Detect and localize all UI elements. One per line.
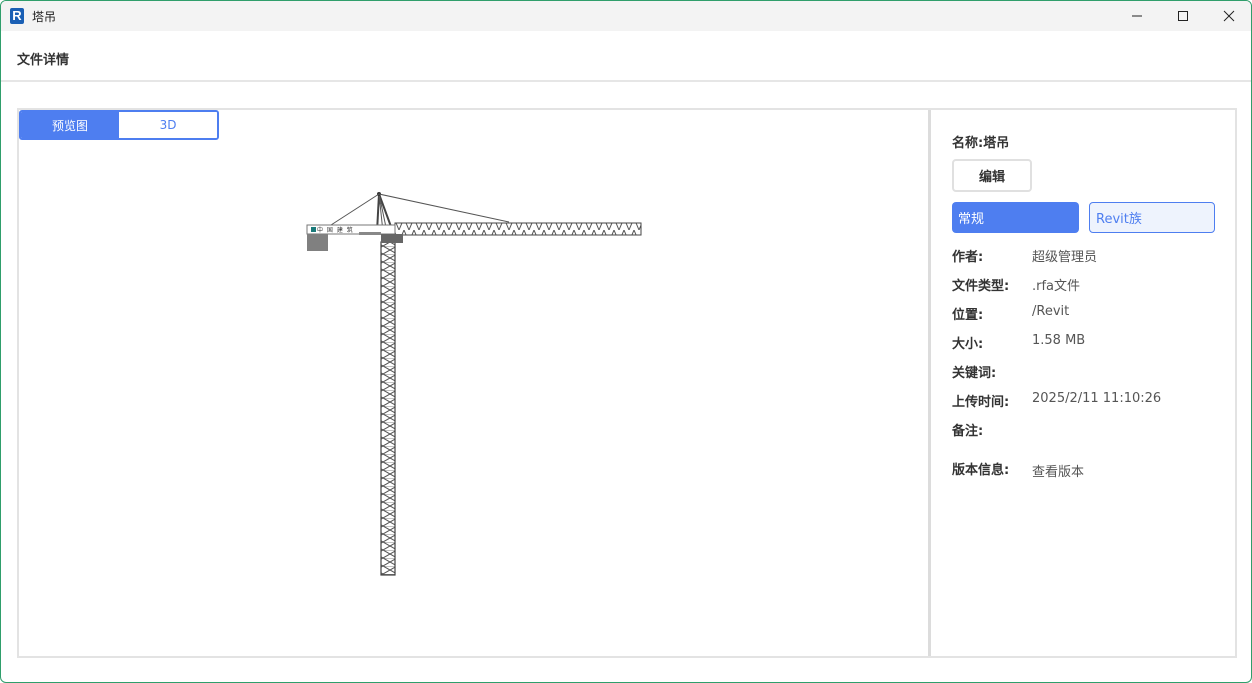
maximize-icon xyxy=(1178,11,1188,21)
page-title: 文件详情 xyxy=(17,53,70,68)
jib-sign-text: 中 国 建 筑 xyxy=(317,226,354,234)
edit-button[interactable]: 编辑 xyxy=(952,159,1032,192)
field-upload-time: 上传时间: 2025/2/11 11:10:26 xyxy=(952,391,1232,410)
app-window: R 塔吊 文件详情 预览图 3D 中 国 建 筑 名称:塔吊 编辑 常规 Rev… xyxy=(0,0,1252,683)
field-remarks: 备注: xyxy=(952,420,1232,439)
field-label: 大小: xyxy=(952,337,984,352)
minimize-icon xyxy=(1132,15,1142,17)
field-label: 关键词: xyxy=(952,366,997,381)
field-keywords: 关键词: xyxy=(952,362,1232,381)
maximize-button[interactable] xyxy=(1160,1,1206,31)
crane-cab xyxy=(381,234,403,243)
crane-jib xyxy=(394,222,642,236)
field-label: 作者: xyxy=(952,250,984,265)
name-value: 塔吊 xyxy=(983,136,1010,151)
field-value: 2025/2/11 11:10:26 xyxy=(1032,391,1162,406)
field-value: 1.58 MB xyxy=(1032,333,1086,348)
field-label: 备注: xyxy=(952,424,984,439)
window-title: 塔吊 xyxy=(32,10,57,24)
close-button[interactable] xyxy=(1206,1,1251,31)
file-name-row: 名称:塔吊 xyxy=(952,132,1009,151)
field-file-type: 文件类型: .rfa文件 xyxy=(952,275,1232,294)
minimize-button[interactable] xyxy=(1114,1,1160,31)
close-icon xyxy=(1223,10,1235,22)
field-label: 上传时间: xyxy=(952,395,1010,410)
preview-pane: 预览图 3D 中 国 建 筑 xyxy=(19,110,931,656)
field-label: 文件类型: xyxy=(952,279,1010,294)
name-label: 名称: xyxy=(952,136,984,151)
field-value: 超级管理员 xyxy=(1032,250,1098,265)
field-size: 大小: 1.58 MB xyxy=(952,333,1232,352)
field-version: 版本信息: 查看版本 xyxy=(952,459,1232,480)
view-versions-link[interactable]: 查看版本 xyxy=(1032,461,1084,480)
revit-app-icon: R xyxy=(10,8,24,24)
detail-content: 预览图 3D 中 国 建 筑 名称:塔吊 编辑 常规 Revit族 作者: 超级… xyxy=(17,108,1237,658)
field-value: .rfa文件 xyxy=(1032,279,1081,294)
counter-jib-tie-rod xyxy=(330,193,380,226)
crane-mast xyxy=(380,241,396,576)
counterweight xyxy=(307,234,328,251)
field-label: 版本信息: xyxy=(952,463,1010,478)
jib-tie-rod xyxy=(378,193,510,223)
page-header: 文件详情 xyxy=(1,31,1251,82)
tab-revit-family[interactable]: Revit族 xyxy=(1089,202,1215,233)
title-bar: R 塔吊 xyxy=(1,1,1251,31)
tab-general[interactable]: 常规 xyxy=(952,202,1079,233)
tower-crane-image: 中 国 建 筑 xyxy=(306,192,642,576)
field-label: 位置: xyxy=(952,308,984,323)
info-pane: 名称:塔吊 编辑 常规 Revit族 作者: 超级管理员 文件类型: .rfa文… xyxy=(934,110,1235,656)
field-author: 作者: 超级管理员 xyxy=(952,246,1232,265)
field-value: /Revit xyxy=(1032,304,1070,319)
field-location: 位置: /Revit xyxy=(952,304,1232,323)
